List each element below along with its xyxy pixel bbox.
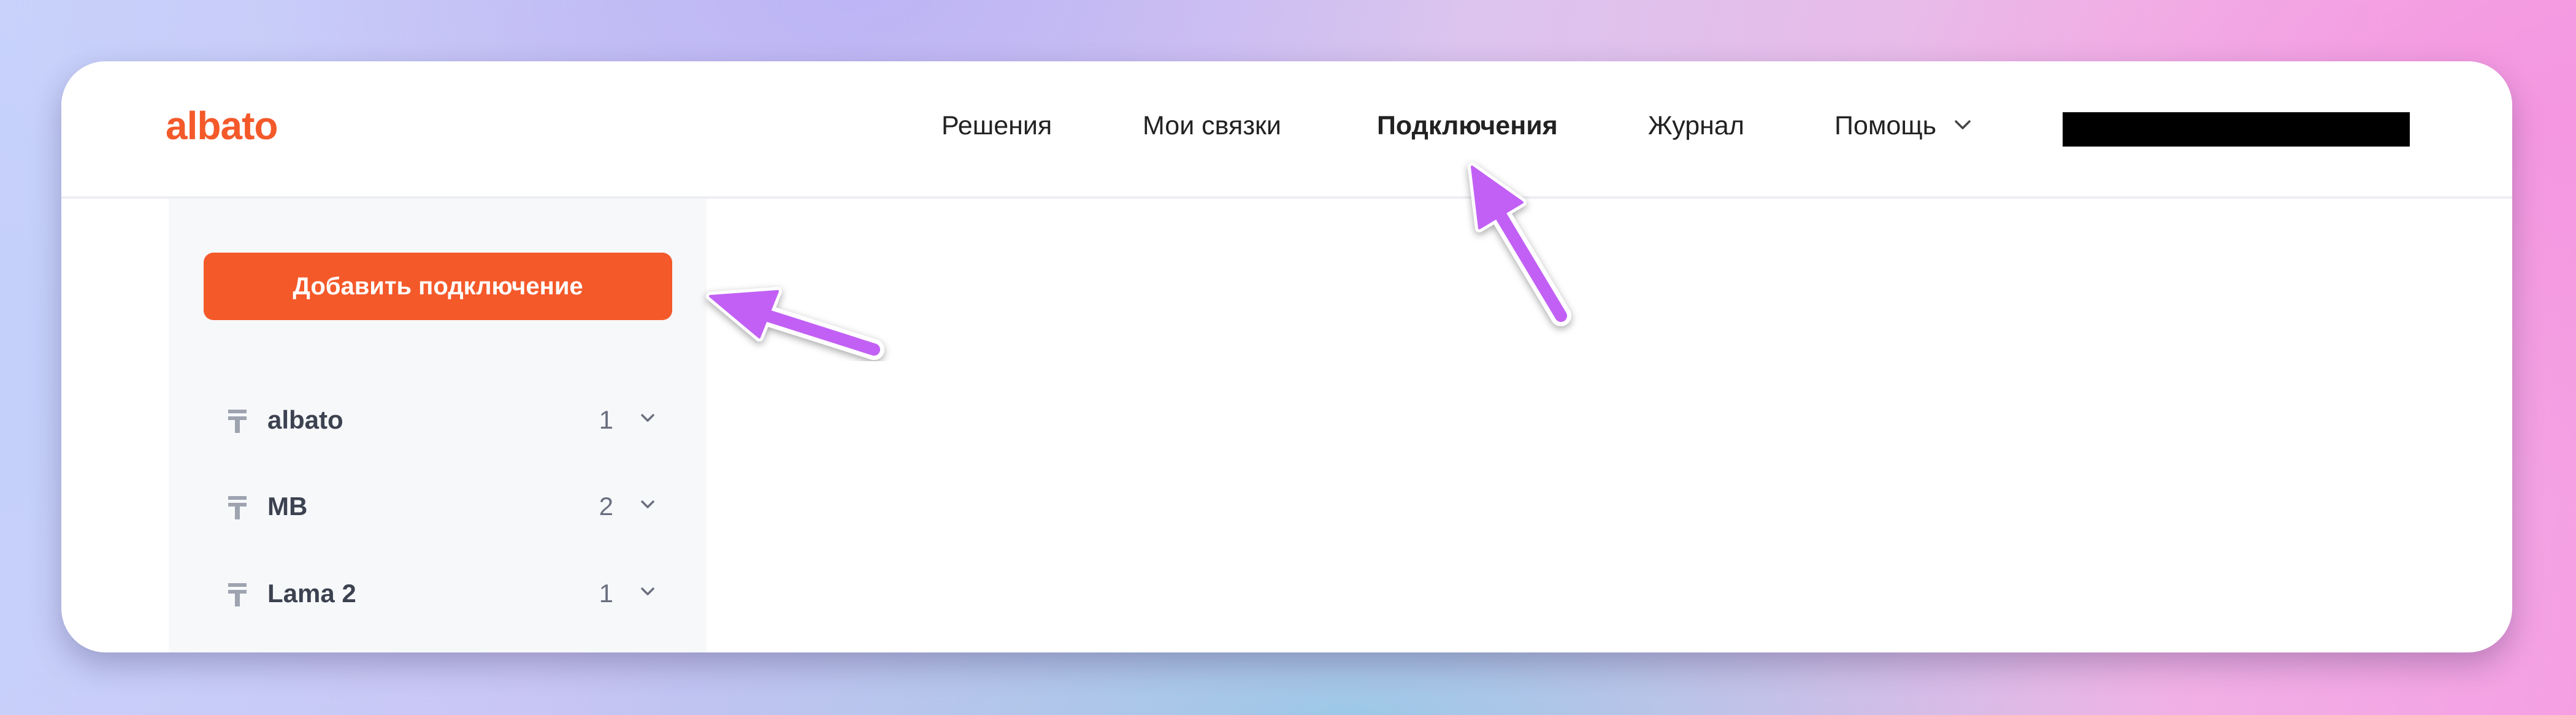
connection-group-mb[interactable]: MB 2 xyxy=(222,485,664,528)
chevron-down-icon[interactable] xyxy=(640,500,655,510)
connection-group-albato[interactable]: albato 1 xyxy=(222,399,664,442)
connection-group-count: 1 xyxy=(599,405,613,434)
connection-group-name: albato xyxy=(267,405,343,434)
app-group-icon xyxy=(228,583,247,606)
chevron-down-icon[interactable] xyxy=(640,413,655,423)
nav-item-help-label: Помощь xyxy=(1834,111,1937,140)
top-navigation-bar: albato Решения Мои связки Подключения Жу… xyxy=(61,61,2512,199)
connection-group-name: MB xyxy=(267,492,308,521)
connection-group-count: 1 xyxy=(599,579,613,608)
app-group-icon xyxy=(228,410,247,433)
add-connection-button[interactable]: Добавить подключение xyxy=(204,253,672,320)
connection-group-count: 2 xyxy=(599,492,613,521)
nav-item-help[interactable]: Помощь xyxy=(1834,113,1971,139)
albato-logo[interactable]: albato xyxy=(166,106,278,145)
chevron-down-icon[interactable] xyxy=(640,587,655,597)
redacted-user-account[interactable] xyxy=(2063,112,2410,147)
nav-item-solutions[interactable]: Решения xyxy=(941,113,1052,139)
app-group-icon xyxy=(228,496,247,519)
nav-item-connections[interactable]: Подключения xyxy=(1377,113,1558,139)
nav-item-my-bundles[interactable]: Мои связки xyxy=(1143,113,1281,139)
nav-item-log[interactable]: Журнал xyxy=(1648,113,1744,139)
connection-group-lama-2[interactable]: Lama 2 1 xyxy=(222,572,664,615)
chevron-down-icon xyxy=(1955,120,1971,129)
connection-group-name: Lama 2 xyxy=(267,579,356,608)
